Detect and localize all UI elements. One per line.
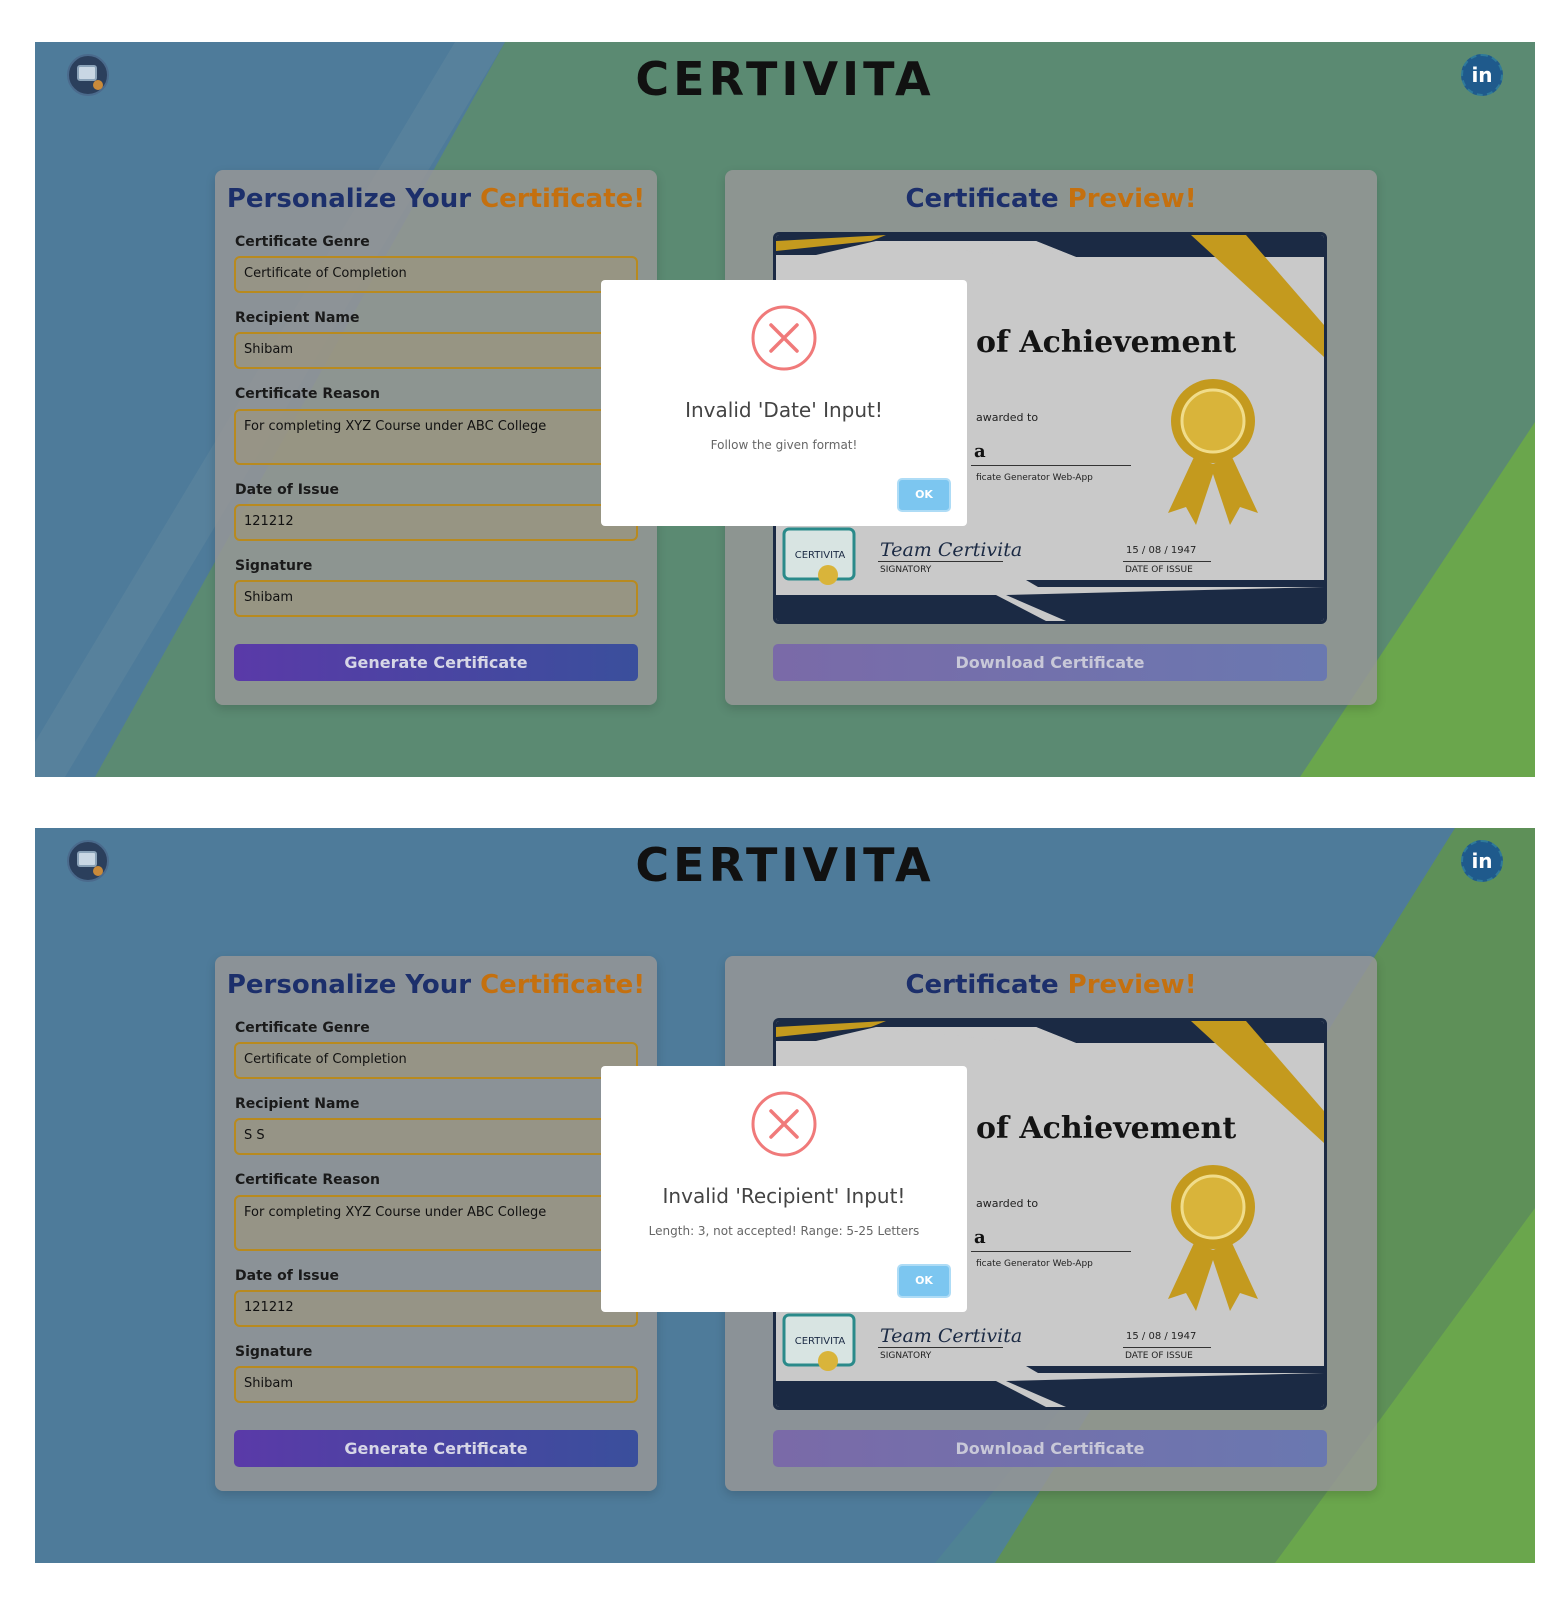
genre-label: Certificate Genre <box>235 234 370 250</box>
cert-signature-line <box>878 1347 1003 1348</box>
download-button[interactable]: Download Certificate <box>773 1430 1327 1467</box>
date-input[interactable]: 121212 <box>234 504 638 541</box>
genre-input[interactable]: Certificate of Completion <box>234 256 638 293</box>
reason-input[interactable]: For completing XYZ Course under ABC Coll… <box>234 409 638 465</box>
date-label: Date of Issue <box>235 1268 340 1284</box>
modal-text: Length: 3, not accepted! Range: 5-25 Let… <box>648 1224 920 1238</box>
date-label: Date of Issue <box>235 482 340 498</box>
recipient-label: Recipient Name <box>235 1096 360 1112</box>
cert-badge-text: CERTIVITA <box>794 550 846 561</box>
signature-label: Signature <box>235 558 313 574</box>
generate-button[interactable]: Generate Certificate <box>234 1430 638 1467</box>
signature-input[interactable]: Shibam <box>234 580 638 617</box>
date-input[interactable]: 121212 <box>234 1290 638 1327</box>
cert-signature: Team Certivita <box>880 1325 1023 1347</box>
modal-title: Invalid 'Date' Input! <box>685 398 883 422</box>
cert-recipient-name: a <box>974 441 986 462</box>
cert-recipient-name: a <box>974 1227 986 1248</box>
signature-label: Signature <box>235 1344 313 1360</box>
linkedin-icon[interactable]: in <box>1461 840 1503 882</box>
cert-date-label: DATE OF ISSUE <box>1125 565 1193 575</box>
ok-button[interactable]: OK <box>897 478 951 512</box>
recipient-input[interactable]: S S <box>234 1118 638 1155</box>
form-title: Personalize Your Certificate! <box>226 184 646 214</box>
cert-awarded-text: awarded to <box>976 411 1039 424</box>
cert-signature: Team Certivita <box>880 539 1023 561</box>
cert-date: 15 / 08 / 1947 <box>1126 1331 1197 1342</box>
recipient-input[interactable]: Shibam <box>234 332 638 369</box>
personalize-form: Personalize Your Certificate! Certificat… <box>215 170 657 705</box>
error-modal: Invalid 'Date' Input! Follow the given f… <box>601 280 967 526</box>
error-x-icon <box>751 1091 817 1157</box>
error-modal: Invalid 'Recipient' Input! Length: 3, no… <box>601 1066 967 1312</box>
cert-title: of Achievement <box>976 325 1237 360</box>
reason-label: Certificate Reason <box>235 1172 380 1188</box>
generate-button[interactable]: Generate Certificate <box>234 644 638 681</box>
modal-title: Invalid 'Recipient' Input! <box>662 1184 906 1208</box>
cert-date-line <box>1123 561 1211 562</box>
personalize-form: Personalize Your Certificate! Certificat… <box>215 956 657 1491</box>
signature-input[interactable]: Shibam <box>234 1366 638 1403</box>
cert-name-line <box>971 1251 1131 1252</box>
cert-date-line <box>1123 1347 1211 1348</box>
cert-reason: ficate Generator Web-App <box>976 473 1093 483</box>
cert-title: of Achievement <box>976 1111 1237 1146</box>
cert-name-line <box>971 465 1131 466</box>
cert-date-label: DATE OF ISSUE <box>1125 1351 1193 1361</box>
cert-reason: ficate Generator Web-App <box>976 1259 1093 1269</box>
cert-signatory-label: SIGNATORY <box>880 565 932 575</box>
genre-label: Certificate Genre <box>235 1020 370 1036</box>
screenshot-date-error: CERTIVITA in Personalize Your Certificat… <box>35 42 1535 777</box>
ok-button[interactable]: OK <box>897 1264 951 1298</box>
cert-badge-text: CERTIVITA <box>794 1336 846 1347</box>
form-title: Personalize Your Certificate! <box>226 970 646 1000</box>
error-x-icon <box>751 305 817 371</box>
cert-signature-line <box>878 561 1003 562</box>
recipient-label: Recipient Name <box>235 310 360 326</box>
screenshot-recipient-error: CERTIVITA in Personalize Your Certificat… <box>35 828 1535 1563</box>
linkedin-icon[interactable]: in <box>1461 54 1503 96</box>
preview-title: Certificate Preview! <box>905 970 1197 1000</box>
modal-text: Follow the given format! <box>710 438 858 452</box>
cert-date: 15 / 08 / 1947 <box>1126 545 1197 556</box>
reason-input[interactable]: For completing XYZ Course under ABC Coll… <box>234 1195 638 1251</box>
genre-input[interactable]: Certificate of Completion <box>234 1042 638 1079</box>
brand-title: CERTIVITA <box>635 838 935 892</box>
cert-awarded-text: awarded to <box>976 1197 1039 1210</box>
brand-title: CERTIVITA <box>635 52 935 106</box>
download-button[interactable]: Download Certificate <box>773 644 1327 681</box>
reason-label: Certificate Reason <box>235 386 380 402</box>
preview-title: Certificate Preview! <box>905 184 1197 214</box>
cert-signatory-label: SIGNATORY <box>880 1351 932 1361</box>
